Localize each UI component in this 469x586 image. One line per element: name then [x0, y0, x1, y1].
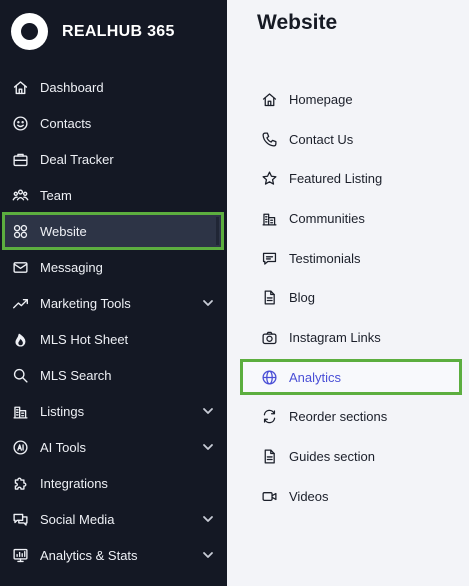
section-item-featured-listing[interactable]: Featured Listing: [240, 159, 462, 199]
section-item-label: Contact Us: [289, 131, 354, 147]
section-item-label: Testimonials: [289, 250, 361, 266]
section-item-label: Guides section: [289, 449, 375, 465]
sidebar-item-label: Listings: [40, 403, 85, 419]
sidebar-item-label: Social Media: [40, 511, 115, 527]
section-item-analytics[interactable]: Analytics: [240, 359, 462, 396]
section-item-videos[interactable]: Videos: [240, 476, 462, 516]
search-icon: [11, 366, 29, 384]
sidebar-item-messaging[interactable]: Messaging: [0, 249, 227, 285]
brand-name: REALHUB 365: [62, 22, 175, 40]
flame-icon: [11, 330, 29, 348]
sidebar-item-label: Analytics & Stats: [40, 547, 138, 563]
buildings-icon: [260, 210, 278, 228]
chat-bubbles-icon: [11, 510, 29, 528]
grid-circles-icon: [11, 222, 29, 240]
sidebar-item-label: Contacts: [40, 115, 92, 131]
chevron-down-icon[interactable]: [202, 513, 214, 525]
sidebar-item-label: Deal Tracker: [40, 151, 114, 167]
section-item-homepage[interactable]: Homepage: [240, 80, 462, 120]
chevron-down-icon[interactable]: [202, 441, 214, 453]
document-icon: [260, 448, 278, 466]
sidebar-item-label: Dashboard: [40, 79, 104, 95]
team-icon: [11, 186, 29, 204]
sidebar-item-social-media[interactable]: Social Media: [0, 501, 227, 537]
mail-icon: [11, 258, 29, 276]
logo-icon: [11, 13, 48, 50]
brand[interactable]: REALHUB 365: [11, 13, 175, 50]
section-item-label: Videos: [289, 488, 329, 504]
briefcase-icon: [11, 150, 29, 168]
monitor-chart-icon: [11, 546, 29, 564]
main-panel: Website Homepage Contact Us Featured Listi…: [227, 0, 469, 586]
sidebar-item-label: MLS Hot Sheet: [40, 331, 129, 347]
section-item-communities[interactable]: Communities: [240, 199, 462, 239]
sidebar-item-label: Messaging: [40, 259, 103, 275]
page-title: Website: [257, 11, 338, 34]
home-icon: [11, 78, 29, 96]
section-item-blog[interactable]: Blog: [240, 278, 462, 318]
home-icon: [260, 91, 278, 109]
sidebar-item-analytics-stats[interactable]: Analytics & Stats: [0, 537, 227, 573]
sidebar-item-deal-tracker[interactable]: Deal Tracker: [0, 141, 227, 177]
sidebar-item-label: AI Tools: [40, 439, 87, 455]
sidebar-item-label: MLS Search: [40, 367, 112, 383]
sidebar-item-team[interactable]: Team: [0, 177, 227, 213]
sidebar-item-dashboard[interactable]: Dashboard: [0, 69, 227, 105]
section-item-guides-section[interactable]: Guides section: [240, 437, 462, 477]
section-item-label: Reorder sections: [289, 409, 388, 425]
globe-icon: [260, 368, 278, 386]
ai-icon: [11, 438, 29, 456]
section-item-contact-us[interactable]: Contact Us: [240, 120, 462, 160]
sidebar-item-label: Team: [40, 187, 72, 203]
sidebar-item-mls-search[interactable]: MLS Search: [0, 357, 227, 393]
smiley-icon: [11, 114, 29, 132]
section-item-label: Blog: [289, 290, 316, 306]
sidebar-item-contacts[interactable]: Contacts: [0, 105, 227, 141]
camera-icon: [260, 328, 278, 346]
sidebar-item-listings[interactable]: Listings: [0, 393, 227, 429]
sidebar: REALHUB 365 Dashboard Contacts Deal Tracke…: [0, 0, 227, 586]
sidebar-item-integrations[interactable]: Integrations: [0, 465, 227, 501]
sidebar-nav: Dashboard Contacts Deal Tracker Team Website…: [0, 69, 227, 573]
buildings-icon: [11, 402, 29, 420]
section-item-testimonials[interactable]: Testimonials: [240, 238, 462, 278]
sidebar-item-website[interactable]: Website: [2, 212, 224, 250]
section-item-label: Featured Listing: [289, 171, 383, 187]
section-item-label: Homepage: [289, 92, 353, 108]
chevron-down-icon[interactable]: [202, 297, 214, 309]
sidebar-item-label: Marketing Tools: [40, 295, 131, 311]
section-item-instagram-links[interactable]: Instagram Links: [240, 318, 462, 358]
reorder-icon: [260, 408, 278, 426]
sidebar-item-mls-hot-sheet[interactable]: MLS Hot Sheet: [0, 321, 227, 357]
sidebar-item-label: Website: [40, 223, 87, 239]
document-icon: [260, 289, 278, 307]
section-item-label: Analytics: [289, 369, 342, 385]
puzzle-icon: [11, 474, 29, 492]
chevron-down-icon[interactable]: [202, 405, 214, 417]
sidebar-item-label: Integrations: [40, 475, 108, 491]
star-icon: [260, 170, 278, 188]
sidebar-item-marketing-tools[interactable]: Marketing Tools: [0, 285, 227, 321]
section-item-reorder-sections[interactable]: Reorder sections: [240, 397, 462, 437]
section-item-label: Communities: [289, 211, 365, 227]
message-icon: [260, 249, 278, 267]
section-item-label: Instagram Links: [289, 329, 381, 345]
phone-icon: [260, 130, 278, 148]
website-sections-list: Homepage Contact Us Featured Listing Commun…: [240, 80, 462, 516]
trend-icon: [11, 294, 29, 312]
video-icon: [260, 487, 278, 505]
chevron-down-icon[interactable]: [202, 549, 214, 561]
sidebar-item-ai-tools[interactable]: AI Tools: [0, 429, 227, 465]
